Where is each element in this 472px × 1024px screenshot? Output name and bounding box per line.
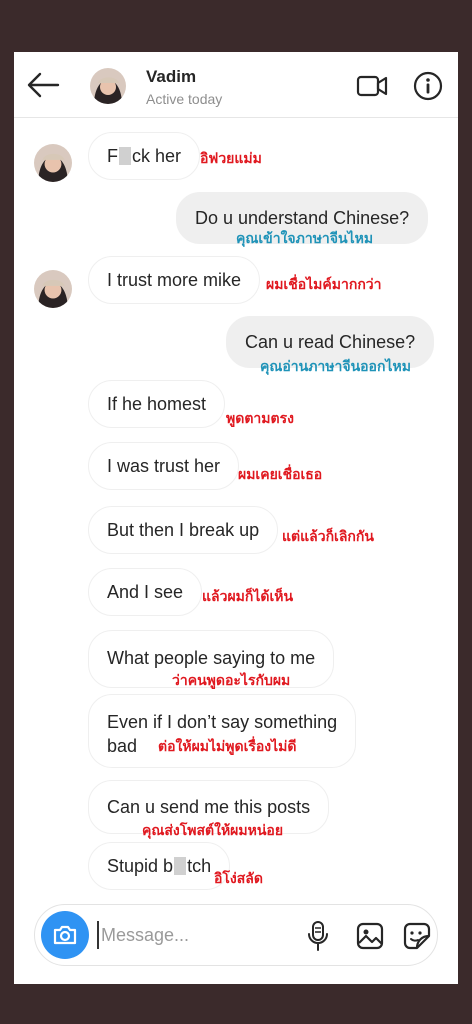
thai-translation: คุณอ่านภาษาจีนออกไหม — [260, 359, 411, 375]
message-composer — [34, 904, 438, 966]
thai-translation: ว่าคนพูดอะไรกับผม — [172, 673, 291, 689]
info-circle-icon[interactable] — [412, 70, 444, 102]
censor-blur — [174, 857, 187, 875]
camera-icon[interactable] — [41, 911, 89, 959]
thai-translation: แต่แล้วก็เลิกกัน — [282, 529, 374, 545]
image-gallery-icon[interactable] — [353, 919, 387, 953]
message-input[interactable] — [97, 921, 287, 949]
thai-translation: อิโง่สลัด — [214, 871, 263, 887]
incoming-message[interactable]: I trust more mike — [88, 256, 261, 304]
message-text: And I see — [107, 582, 184, 602]
incoming-message[interactable]: And I see — [88, 568, 203, 616]
contact-status: Active today — [146, 91, 223, 107]
contact-name[interactable]: Vadim — [146, 67, 196, 87]
message-text: Do u understand Chinese? — [195, 208, 410, 228]
incoming-message[interactable]: Fck her — [88, 132, 201, 180]
thai-translation: ผมเชื่อไมค์มากกว่า — [266, 277, 382, 293]
message-text: I trust more mike — [107, 270, 242, 290]
chat-header: Vadim Active today — [14, 52, 458, 118]
sticker-icon[interactable] — [400, 919, 434, 953]
message-text: tch — [187, 856, 212, 876]
incoming-message[interactable]: I was trust her — [88, 442, 240, 490]
thai-translation: ต่อให้ผมไม่พูดเรื่องไม่ดี — [158, 739, 297, 755]
incoming-message[interactable]: Stupid b tch — [88, 842, 231, 890]
message-text: What people saying to me — [107, 648, 316, 668]
sender-avatar[interactable] — [34, 270, 72, 308]
sender-avatar[interactable] — [34, 144, 72, 182]
contact-avatar[interactable] — [90, 68, 126, 104]
message-text: ck her — [132, 146, 182, 166]
message-text: If he homest — [107, 394, 207, 414]
message-text: I was trust her — [107, 456, 221, 476]
thai-translation: ผมเคยเชื่อเธอ — [238, 467, 323, 483]
thai-translation: คุณเข้าใจภาษาจีนไหม — [236, 231, 374, 247]
thai-translation: แล้วผมก็ได้เห็น — [202, 589, 294, 605]
thai-translation: คุณส่งโพสต์ให้ผมหน่อย — [142, 823, 284, 839]
thai-translation: พูดตามตรง — [226, 411, 294, 427]
message-text: Can u read Chinese? — [245, 332, 416, 352]
message-text: But then I break up — [107, 520, 260, 540]
censor-blur — [119, 147, 131, 165]
video-camera-icon[interactable] — [356, 72, 388, 100]
microphone-icon[interactable] — [303, 919, 333, 953]
arrow-left-icon[interactable] — [26, 70, 60, 100]
incoming-message[interactable]: If he homest — [88, 380, 226, 428]
message-text: F — [107, 146, 118, 166]
message-text: Even if I don’t say something — [107, 712, 338, 732]
message-text: Stupid b — [107, 856, 174, 876]
dm-screen: Vadim Active today Fck her อิฟวยแม่ม Do … — [14, 52, 458, 984]
message-text: Can u send me this posts — [107, 797, 311, 817]
incoming-message[interactable]: But then I break up — [88, 506, 279, 554]
thai-translation: อิฟวยแม่ม — [200, 151, 262, 167]
